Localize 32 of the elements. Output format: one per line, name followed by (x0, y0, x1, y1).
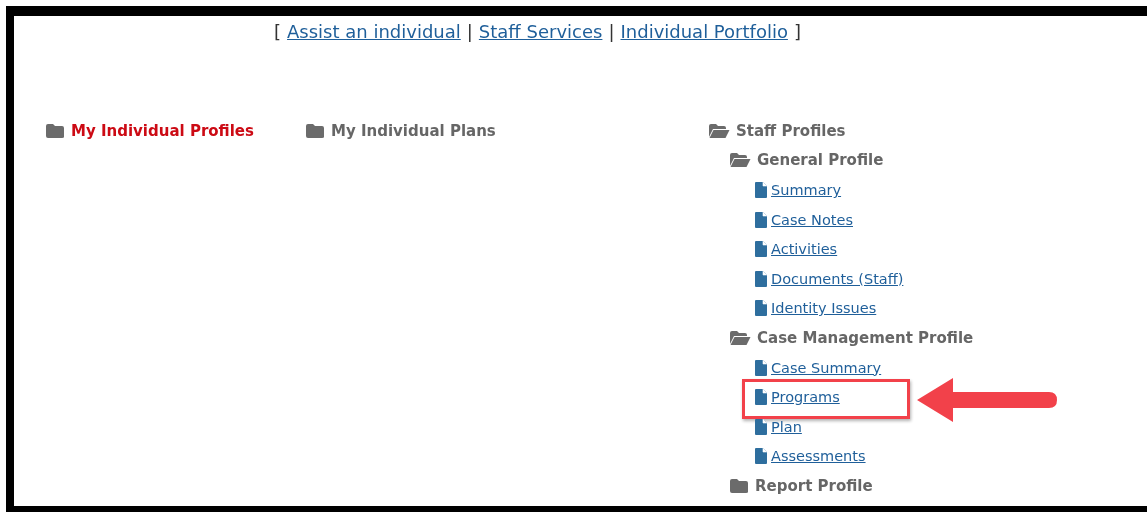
document-icon (754, 299, 768, 318)
folder-icon (45, 123, 65, 139)
section-link[interactable]: My Individual Profiles (71, 122, 254, 140)
tree-link[interactable]: Documents (Staff) (771, 270, 904, 287)
nav-link[interactable]: Individual Portfolio (620, 21, 788, 42)
document-icon (754, 240, 768, 259)
bracket: ] (793, 21, 801, 42)
tree-link[interactable]: Identity Issues (771, 300, 877, 317)
separator: | (466, 21, 473, 42)
tree-link[interactable]: Assessments (771, 448, 866, 465)
tree-link[interactable]: Plan (771, 418, 802, 435)
folder-label[interactable]: Report Profile (755, 476, 873, 495)
nav-link[interactable]: Staff Services (478, 21, 603, 42)
tree-link[interactable]: Case Notes (771, 211, 853, 228)
nav-link[interactable]: Assist an individual (287, 21, 461, 42)
folder-label[interactable]: Staff Profiles (736, 121, 846, 140)
separator: | (608, 21, 615, 42)
bracket: [ (274, 21, 282, 42)
document-icon (754, 358, 768, 377)
document-icon (754, 447, 768, 466)
tree-link[interactable]: Activities (771, 241, 838, 258)
folder-label[interactable]: Case Management Profile (757, 328, 974, 347)
tree-link[interactable]: Programs (771, 389, 840, 406)
section-link[interactable]: My Individual Plans (331, 122, 496, 140)
tree-link[interactable]: Case Summary (771, 359, 882, 376)
document-icon (754, 181, 768, 199)
document-icon (754, 210, 768, 229)
document-icon (754, 269, 768, 288)
folder-label[interactable]: General Profile (757, 151, 884, 170)
tree-link[interactable]: Summary (771, 182, 842, 198)
folder-icon (305, 123, 325, 139)
document-icon (754, 388, 768, 407)
